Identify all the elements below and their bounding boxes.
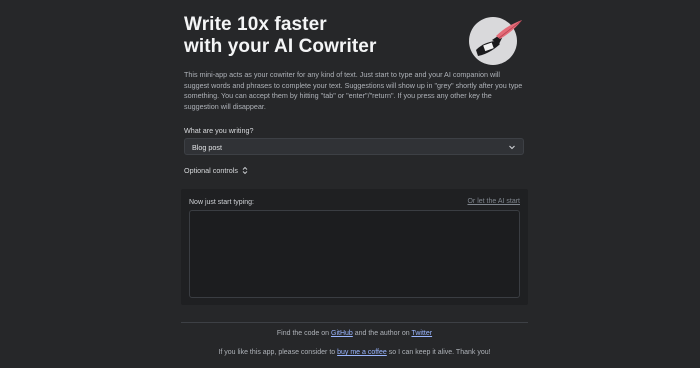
footer-support-suffix: so I can keep it alive. Thank you! [386,349,491,356]
footer-divider [181,322,528,323]
writing-type-select[interactable]: Blog post [184,138,524,155]
optional-controls-toggle[interactable]: Optional controls [184,166,249,175]
ai-start-link[interactable]: Or let the AI start [467,198,520,205]
buy-coffee-link[interactable]: buy me a coffee [337,349,387,356]
twitter-link[interactable]: Twitter [411,330,432,337]
footer-code-prefix: Find the code on [276,330,331,337]
intro-text: This mini-app acts as your cowriter for … [184,70,523,111]
optional-controls-label: Optional controls [184,166,238,175]
github-link[interactable]: GitHub [331,330,353,337]
chevron-down-icon [509,145,515,150]
writing-type-label: What are you writing? [184,126,254,135]
cowriter-text-area[interactable] [189,210,520,298]
writing-type-value: Blog post [192,143,222,152]
footer-code-middle: and the author on [352,330,412,337]
footer-support-prefix: If you like this app, please consider to [218,349,338,356]
editor-label: Now just start typing: [189,199,254,206]
quill-hand-icon [469,17,522,65]
footer-support-line: If you like this app, please consider to… [181,349,528,356]
editor-panel: Now just start typing: Or let the AI sta… [181,189,528,305]
page: Write 10x faster with your AI Cowriter T… [0,0,700,368]
expand-toggle-icon [242,166,248,175]
footer-code-line: Find the code on GitHub and the author o… [181,330,528,337]
